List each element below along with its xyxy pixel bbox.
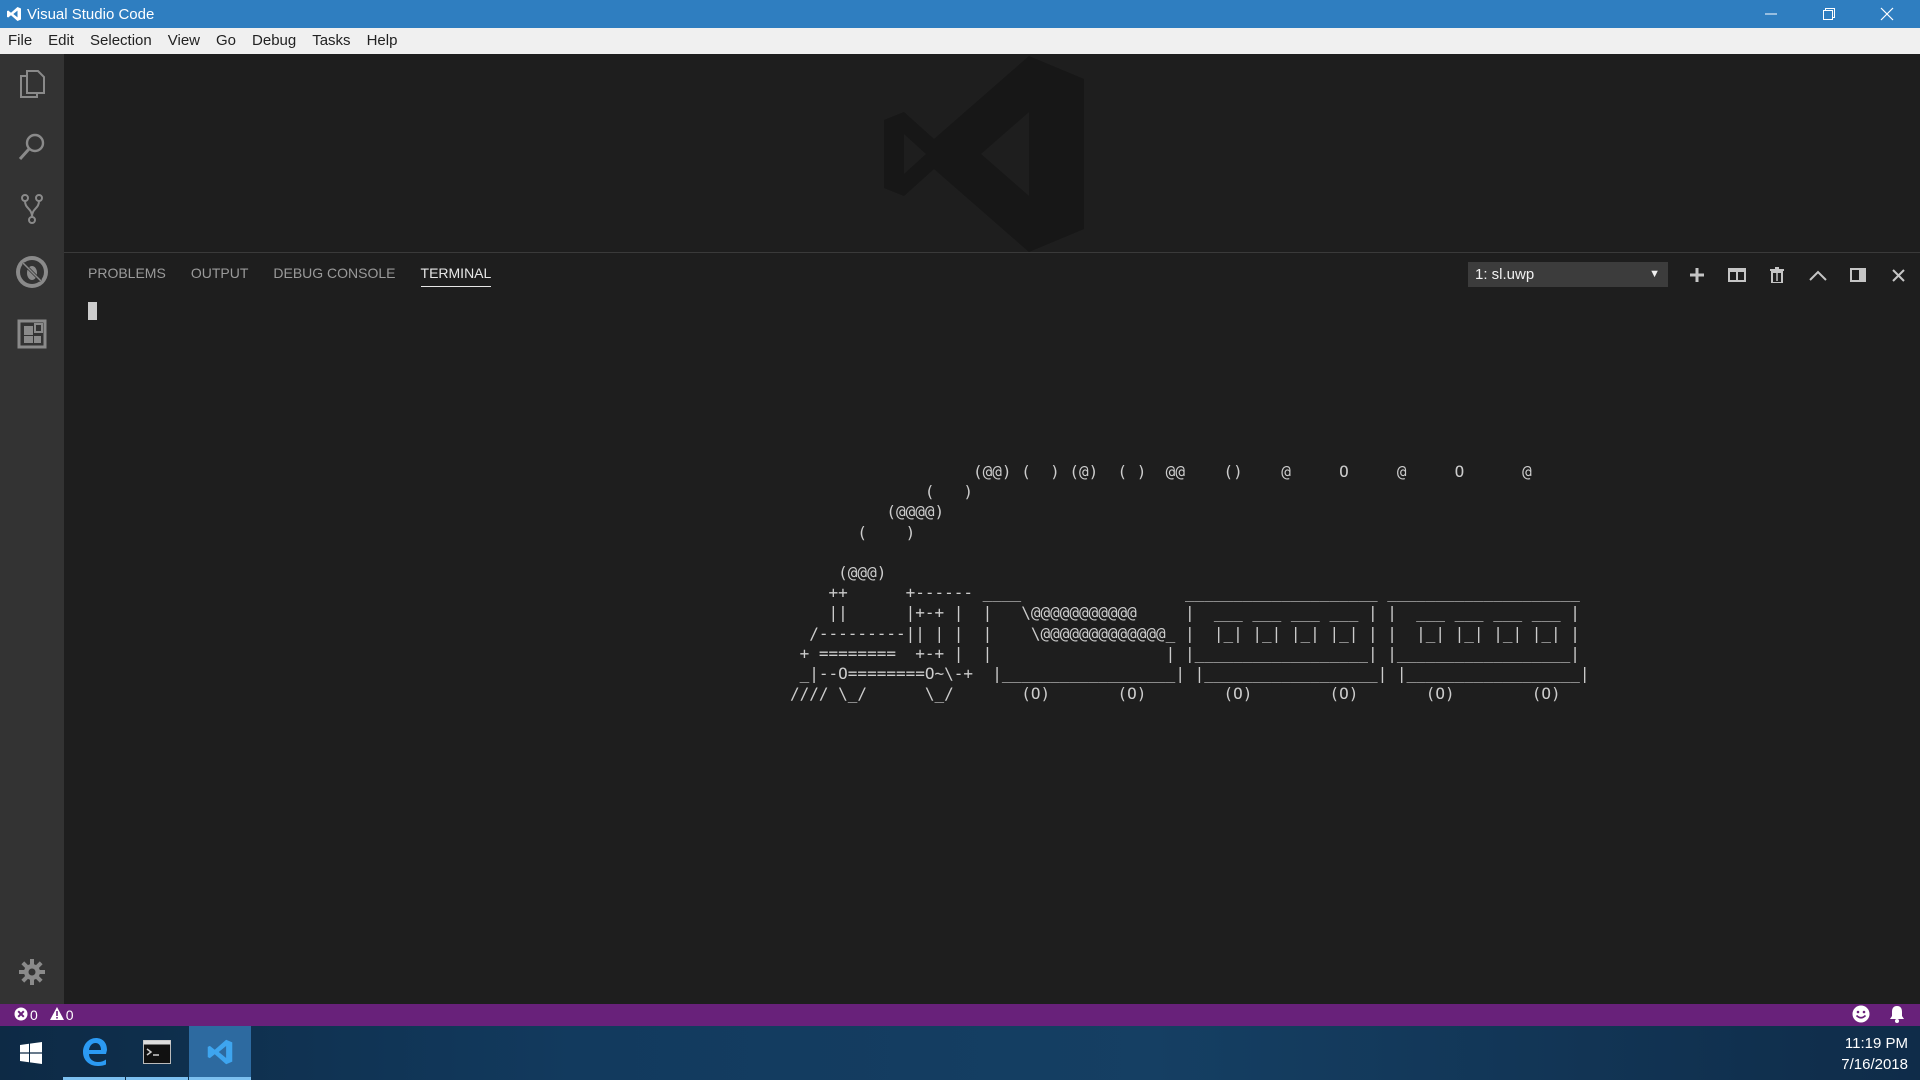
vscode-icon[interactable] — [189, 1026, 251, 1080]
terminal-selector[interactable]: 1: sl.uwp ▼ — [1468, 262, 1668, 287]
close-panel-button[interactable] — [1885, 262, 1911, 288]
menu-tasks[interactable]: Tasks — [304, 28, 358, 54]
warning-count: 0 — [65, 1007, 74, 1023]
trash-icon[interactable] — [1764, 262, 1790, 288]
window-title: Visual Studio Code — [27, 5, 155, 23]
status-bar: 0 0 — [0, 1004, 1920, 1026]
menu-debug[interactable]: Debug — [244, 28, 304, 54]
editor-area — [64, 54, 1920, 252]
feedback-smiley-icon[interactable] — [1852, 1005, 1870, 1026]
vscode-watermark-icon — [884, 54, 1084, 259]
close-window-button[interactable] — [1858, 0, 1916, 28]
extensions-icon[interactable] — [0, 310, 64, 358]
tab-output[interactable]: OUTPUT — [191, 265, 249, 287]
restore-button[interactable] — [1800, 0, 1858, 28]
error-icon — [14, 1007, 28, 1024]
edge-icon[interactable] — [63, 1026, 125, 1080]
split-terminal-button[interactable] — [1724, 262, 1750, 288]
menu-file[interactable]: File — [0, 28, 40, 54]
vscode-logo-icon — [4, 4, 24, 24]
panel-tabs: PROBLEMS OUTPUT DEBUG CONSOLE TERMINAL — [88, 265, 516, 287]
debug-icon[interactable] — [0, 248, 64, 296]
tab-terminal[interactable]: TERMINAL — [420, 265, 492, 287]
chevron-down-icon: ▼ — [1649, 268, 1660, 280]
clock-date: 7/16/2018 — [1841, 1056, 1908, 1073]
menu-go[interactable]: Go — [208, 28, 244, 54]
menu-help[interactable]: Help — [359, 28, 406, 54]
warning-icon — [49, 1007, 64, 1023]
terminal-panel: PROBLEMS OUTPUT DEBUG CONSOLE TERMINAL 1… — [64, 253, 1920, 1004]
menu-selection[interactable]: Selection — [82, 28, 160, 54]
explorer-icon[interactable] — [0, 60, 64, 108]
menu-bar: File Edit Selection View Go Debug Tasks … — [0, 28, 1920, 54]
minimize-button[interactable] — [1742, 0, 1800, 28]
menu-edit[interactable]: Edit — [40, 28, 82, 54]
search-icon[interactable] — [0, 123, 64, 171]
menu-view[interactable]: View — [160, 28, 208, 54]
title-bar: Visual Studio Code — [0, 0, 1920, 28]
clock-time: 11:19 PM — [1844, 1035, 1908, 1052]
windows-taskbar: 11:19 PM 7/16/2018 — [0, 1026, 1920, 1080]
tab-debug-console[interactable]: DEBUG CONSOLE — [273, 265, 395, 287]
source-control-icon[interactable] — [0, 185, 64, 233]
system-clock[interactable]: 11:19 PM 7/16/2018 — [1841, 1033, 1908, 1075]
terminal-output[interactable]: (@@) ( ) (@) ( ) @@ () @ O @ O @ ( ) (@@… — [790, 462, 1590, 704]
new-terminal-button[interactable] — [1684, 262, 1710, 288]
notification-bell-icon[interactable] — [1888, 1005, 1906, 1026]
terminal-cursor — [88, 302, 97, 320]
gear-icon[interactable] — [0, 948, 64, 996]
terminal-icon[interactable] — [126, 1026, 188, 1080]
error-count: 0 — [30, 1007, 38, 1023]
activity-bar — [0, 54, 64, 1004]
windows-start-icon[interactable] — [0, 1026, 62, 1080]
toggle-panel-position-button[interactable] — [1845, 262, 1871, 288]
tab-problems[interactable]: PROBLEMS — [88, 265, 166, 287]
problems-indicator[interactable]: 0 0 — [14, 1007, 76, 1024]
maximize-panel-button[interactable] — [1805, 262, 1831, 288]
status-right — [1852, 1004, 1906, 1026]
terminal-selector-value: 1: sl.uwp — [1475, 266, 1535, 283]
